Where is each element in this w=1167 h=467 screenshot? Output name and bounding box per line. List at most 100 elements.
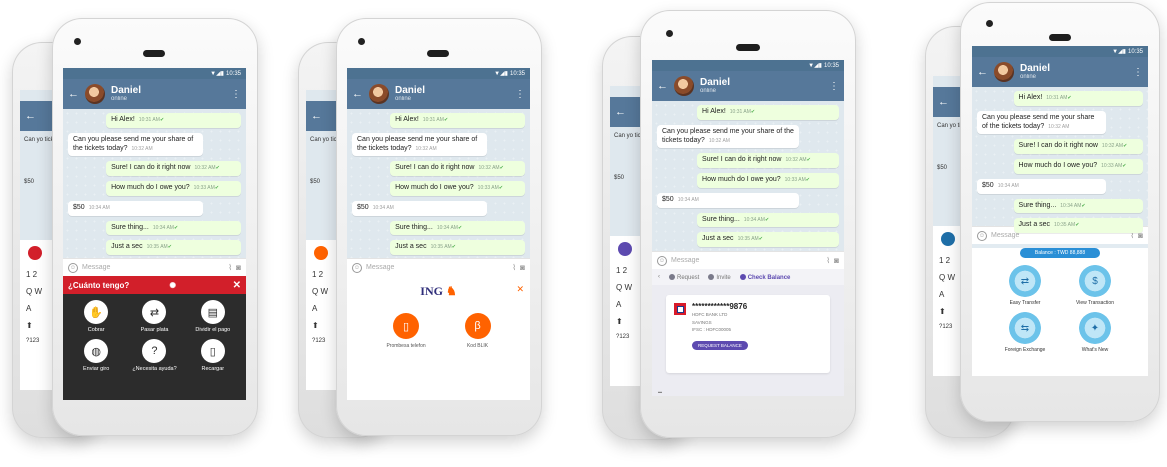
- phone-icon[interactable]: ▯: [393, 313, 420, 339]
- message-time: 10:32 AM: [785, 157, 807, 164]
- attach-icon[interactable]: ⌇: [512, 263, 516, 272]
- phone-icon[interactable]: ▯: [200, 339, 225, 363]
- help-icon[interactable]: ?: [142, 339, 167, 363]
- back-arrow-icon[interactable]: ←: [615, 106, 626, 118]
- close-icon[interactable]: ✕: [516, 284, 524, 295]
- emoji-icon[interactable]: ☺: [977, 230, 987, 241]
- back-app-badge-icon[interactable]: [941, 232, 955, 246]
- back-arrow-icon[interactable]: ←: [977, 66, 988, 78]
- more-menu-icon[interactable]: ⋮: [515, 89, 525, 100]
- back-arrow-icon[interactable]: ←: [352, 88, 363, 100]
- bank-panel-1: ¿Cuánto tengo? ✺ ✕ ✋ Cobrar ⇄ Pasar plata ▤ D…: [63, 276, 246, 400]
- panel1-action[interactable]: ⇄ Pasar plata: [125, 300, 183, 333]
- back-arrow-icon[interactable]: ←: [311, 110, 322, 122]
- status-bar: ▼◢▮ 10:35: [652, 60, 844, 71]
- close-icon[interactable]: ✕: [233, 280, 241, 291]
- more-menu-icon[interactable]: ⋮: [1133, 67, 1143, 78]
- emoji-icon[interactable]: ☺: [68, 262, 78, 273]
- hand-coin-icon[interactable]: ✋: [84, 300, 109, 324]
- panel1-action[interactable]: ? ¿Necesita ayuda?: [125, 339, 183, 372]
- chat-message: Just a sec 10:35 AM✔: [106, 240, 241, 255]
- lion-icon: ♞: [445, 284, 457, 298]
- panel1-action[interactable]: ▤ Dividir el pago: [184, 300, 242, 333]
- receipt-icon[interactable]: $: [1079, 265, 1111, 297]
- tab-request[interactable]: Request: [669, 273, 699, 281]
- tab-dot-icon: [739, 273, 746, 280]
- chat-message: Can you please send me your share of the…: [977, 110, 1107, 135]
- message-input-bar: ☺ Message ⌇ ◙: [652, 251, 844, 269]
- back-arrow-icon[interactable]: ←: [25, 110, 36, 122]
- emoji-icon[interactable]: ☺: [657, 255, 667, 266]
- globe-icon[interactable]: ◍: [84, 339, 109, 363]
- bank-panel-3: ************9876 HDFC BANK LTD SAVINGS I…: [652, 285, 844, 396]
- clock: 10:35: [509, 70, 525, 77]
- panel1-action[interactable]: ▯ Recargar: [184, 339, 242, 372]
- message-time: 10:34 AM: [88, 204, 110, 211]
- phone-front-3: ▼◢▮ 10:35 ← Daniel online ⋮ Hi Alex! 10:31 …: [640, 10, 856, 438]
- contact-status: online: [1020, 74, 1037, 80]
- transfer-icon[interactable]: ⇄: [1009, 265, 1041, 297]
- read-check-icon: ✔: [758, 236, 763, 243]
- camera-icon[interactable]: ◙: [834, 256, 839, 265]
- back-arrow-icon[interactable]: ←: [657, 80, 668, 92]
- back-arrow-icon[interactable]: ←: [68, 88, 79, 100]
- emoji-icon[interactable]: ☺: [352, 262, 362, 273]
- panel4-action-label: Easy Transfer: [1009, 300, 1041, 306]
- panel2-action[interactable]: β Kod BLIK: [464, 313, 491, 349]
- message-input[interactable]: Message: [366, 264, 508, 271]
- speaker: [1049, 34, 1071, 41]
- back-arrow-icon[interactable]: ←: [938, 96, 949, 108]
- contact-status: online: [111, 96, 128, 102]
- read-check-icon: ✔: [1075, 222, 1080, 229]
- news-icon[interactable]: ✦: [1079, 312, 1111, 344]
- ing-logo: ING ♞: [347, 276, 530, 299]
- read-check-icon: ✔: [443, 117, 449, 123]
- back-app-badge-icon[interactable]: [314, 246, 328, 260]
- panel4-action-label: What's New: [1081, 347, 1109, 353]
- split-icon[interactable]: ▤: [200, 300, 225, 324]
- panel1-action[interactable]: ◍ Enviar giro: [67, 339, 125, 372]
- clock: 10:35: [225, 70, 241, 77]
- tab-invite[interactable]: Invite: [708, 273, 731, 281]
- avatar[interactable]: [85, 84, 105, 104]
- panel2-action[interactable]: ▯ Prombesa telefon: [386, 313, 426, 349]
- back-app-badge-icon[interactable]: [618, 242, 632, 256]
- chat-message: Can you please send me your share of the…: [352, 132, 487, 157]
- message-input[interactable]: Message: [991, 232, 1126, 239]
- message-input[interactable]: Message: [671, 257, 822, 264]
- signal-icon: ▼◢▮: [1112, 49, 1126, 55]
- back-chevron-icon[interactable]: ‹: [658, 274, 660, 280]
- message-text: Hi Alex!: [702, 108, 726, 115]
- attach-icon[interactable]: ⌇: [228, 263, 232, 272]
- bank-name: HDFC BANK LTD: [692, 312, 728, 317]
- panel1-action[interactable]: ✋ Cobrar: [67, 300, 125, 333]
- request-balance-button[interactable]: REQUEST BALANCE: [692, 340, 748, 350]
- panel1-action-label: ¿Necesita ayuda?: [132, 366, 177, 372]
- panel4-action[interactable]: $ View Transaction: [1060, 265, 1130, 306]
- chat-message: Sure! I can do it right now 10:32 AM✔: [106, 161, 241, 176]
- back-app-badge-icon[interactable]: [28, 246, 42, 260]
- avatar[interactable]: [369, 84, 389, 104]
- message-text: Sure! I can do it right now: [395, 164, 475, 172]
- attach-icon[interactable]: ⌇: [826, 256, 830, 265]
- blik-icon[interactable]: β: [464, 313, 491, 339]
- message-input[interactable]: Message: [82, 264, 224, 271]
- avatar[interactable]: [994, 62, 1014, 82]
- chat-area: Hi Alex! 10:31 AM✔ Can you please send me …: [63, 109, 246, 258]
- transfer-icon[interactable]: ⇄: [142, 300, 167, 324]
- camera-icon[interactable]: ◙: [520, 263, 525, 272]
- avatar[interactable]: [674, 76, 694, 96]
- camera-icon[interactable]: ◙: [236, 263, 241, 272]
- panel4-action[interactable]: ⇄ Easy Transfer: [990, 265, 1060, 306]
- panel4-action[interactable]: ✦ What's New: [1060, 312, 1130, 353]
- chat-header: ← Daniel online ⋮: [972, 57, 1148, 87]
- exchange-icon[interactable]: ⇆: [1009, 312, 1041, 344]
- panel4-action[interactable]: ⇆ Foreign Exchange: [990, 312, 1060, 353]
- contact-name: Daniel: [395, 85, 426, 96]
- account-card[interactable]: ************9876 HDFC BANK LTD SAVINGS I…: [666, 295, 830, 373]
- more-menu-icon[interactable]: ⋮: [231, 89, 241, 100]
- tab-check-balance[interactable]: Check Balance: [739, 273, 790, 281]
- more-menu-icon[interactable]: ⋮: [829, 81, 839, 92]
- spinner-icon: ✺: [169, 280, 177, 290]
- chat-message: Sure! I can do it right now 10:32 AM✔: [1013, 139, 1143, 154]
